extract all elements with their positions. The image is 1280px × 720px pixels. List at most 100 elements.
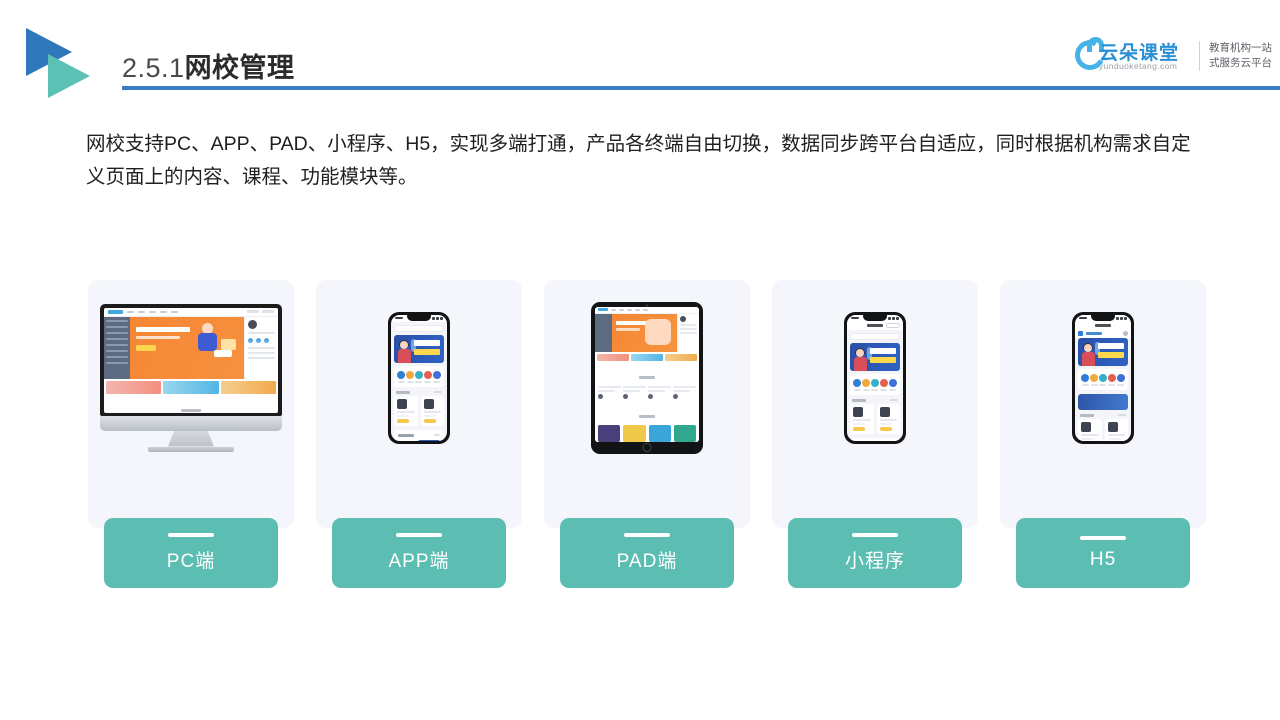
device-mockup-desktop — [88, 280, 294, 475]
device-label-app[interactable]: APP端 — [332, 518, 506, 588]
device-card-pc[interactable]: PC端 — [88, 280, 294, 588]
section-number: 2.5.1 — [122, 53, 185, 83]
h5-preview — [1075, 314, 1131, 441]
avatar — [248, 319, 257, 329]
label-dash — [168, 533, 214, 537]
course-tile[interactable] — [648, 424, 671, 442]
course-cards — [847, 403, 903, 434]
device-cards-row: PC端 APP端 PAD端 小程序 H5 — [88, 280, 1206, 588]
section-heading — [595, 363, 699, 386]
nav-right-actions — [247, 310, 274, 313]
device-label-text: PAD端 — [616, 551, 678, 572]
site-right-panel — [677, 313, 699, 352]
course-card[interactable] — [1078, 418, 1102, 441]
promo-banners — [104, 379, 278, 396]
section-header — [391, 387, 447, 396]
smartphone-icon — [388, 311, 450, 444]
brand-logo: 云朵课堂 yunduoketang.com — [1071, 36, 1193, 76]
brand-tagline-line1: 教育机构一站 — [1209, 42, 1272, 54]
phone-notch — [863, 314, 887, 321]
device-label-text: PC端 — [166, 551, 216, 572]
device-label-pad[interactable]: PAD端 — [560, 518, 734, 588]
site-sidebar — [104, 316, 130, 379]
page-title-bar — [1095, 324, 1111, 327]
tablet-home-button[interactable] — [642, 442, 652, 452]
device-label-miniprogram[interactable]: 小程序 — [788, 518, 962, 588]
app-preview — [391, 314, 447, 441]
category-icon[interactable] — [1098, 373, 1107, 386]
course-card[interactable] — [394, 395, 418, 426]
monitor-stand-base — [148, 446, 234, 452]
device-label-text: APP端 — [388, 551, 450, 572]
title-divider-rule — [122, 86, 1280, 90]
nav-item — [138, 310, 145, 313]
category-icon[interactable] — [406, 370, 415, 383]
device-label-pc[interactable]: PC端 — [104, 518, 278, 588]
course-item — [673, 385, 696, 399]
section-heading — [104, 396, 278, 413]
course-card[interactable] — [1104, 418, 1128, 441]
site-logo-icon — [108, 309, 123, 314]
app-hero-banner — [850, 342, 900, 371]
category-icon[interactable] — [862, 378, 871, 391]
device-card-pad[interactable]: PAD端 — [544, 280, 750, 588]
avatar — [680, 315, 686, 322]
imac-monitor-icon — [100, 303, 282, 452]
label-dash — [624, 533, 670, 537]
brand-tagline: 教育机构一站 式服务云平台 — [1209, 41, 1272, 71]
triangle-teal-shape — [48, 54, 90, 98]
category-icon[interactable] — [432, 370, 441, 383]
category-icon[interactable] — [1081, 373, 1090, 386]
category-icon[interactable] — [853, 378, 862, 391]
search-bar[interactable] — [850, 332, 900, 340]
miniprogram-capsule-button[interactable] — [886, 323, 900, 328]
miniprogram-title — [867, 324, 883, 327]
course-tile[interactable] — [623, 424, 646, 442]
course-grid-row — [595, 424, 699, 442]
page-header: 2.5.1网校管理 云朵课堂 yunduoketang.com 教育机构一站 式… — [0, 0, 1280, 100]
search-bar[interactable] — [394, 324, 444, 332]
category-icon[interactable] — [414, 370, 423, 383]
category-icons — [850, 373, 900, 395]
miniprogram-titlebar — [847, 321, 903, 330]
course-card[interactable] — [850, 403, 874, 434]
category-icon[interactable] — [1090, 373, 1099, 386]
category-icons — [1078, 368, 1128, 390]
category-icon[interactable] — [888, 378, 897, 391]
category-icon[interactable] — [1107, 373, 1116, 386]
tablet-icon — [591, 301, 703, 454]
category-icon[interactable] — [423, 370, 432, 383]
course-card[interactable] — [420, 395, 444, 426]
course-card[interactable] — [876, 403, 900, 434]
list-item[interactable] — [398, 439, 440, 441]
promo-strip[interactable] — [1078, 393, 1128, 410]
site-logo-icon — [1078, 331, 1083, 336]
profile-icon[interactable] — [1123, 331, 1128, 336]
nav-item — [149, 310, 156, 313]
hero-banner — [612, 313, 677, 352]
site-hero-banner — [130, 316, 244, 379]
site-navbar — [595, 307, 699, 314]
course-tile[interactable] — [598, 424, 621, 442]
app-hero-banner — [394, 334, 444, 363]
category-icon[interactable] — [397, 370, 406, 383]
device-card-miniprogram[interactable]: 小程序 — [772, 280, 978, 588]
device-mockup-phone — [316, 280, 522, 475]
website-preview — [104, 307, 278, 413]
category-icon[interactable] — [1116, 373, 1125, 386]
site-body — [104, 316, 278, 379]
brand-tagline-line2: 式服务云平台 — [1209, 57, 1272, 69]
nav-item — [160, 310, 167, 313]
course-tile[interactable] — [673, 424, 696, 442]
tablet-preview — [595, 306, 699, 442]
category-icon[interactable] — [879, 378, 888, 391]
site-sidebar — [595, 313, 612, 352]
site-hero-section — [595, 313, 699, 352]
section-header — [847, 395, 903, 404]
device-card-app[interactable]: APP端 — [316, 280, 522, 588]
device-mockup-miniprogram — [772, 280, 978, 475]
device-label-h5[interactable]: H5 — [1016, 518, 1190, 588]
category-icon[interactable] — [870, 378, 879, 391]
device-card-h5[interactable]: H5 — [1000, 280, 1206, 588]
recommended-panel — [850, 437, 900, 441]
